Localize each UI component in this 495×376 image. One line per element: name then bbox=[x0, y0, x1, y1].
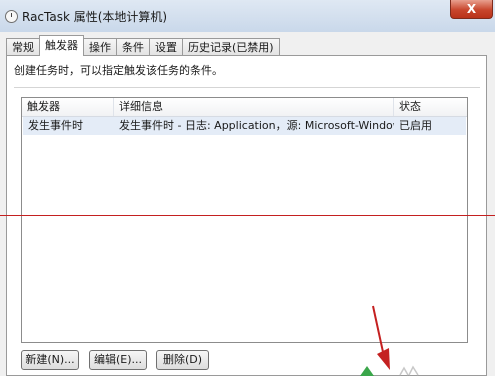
triggers-list[interactable]: 触发器 详细信息 状态 发生事件时 发生事件时 - 日志: Applicatio… bbox=[21, 97, 468, 343]
column-header-trigger[interactable]: 触发器 bbox=[22, 98, 114, 116]
clock-icon bbox=[5, 10, 18, 23]
window-title: RacTask 属性(本地计算机) bbox=[22, 10, 168, 24]
edit-button[interactable]: 编辑(E)... bbox=[89, 350, 147, 370]
description-divider bbox=[14, 87, 480, 88]
new-button[interactable]: 新建(N)... bbox=[21, 350, 79, 370]
green-marker-icon bbox=[360, 366, 374, 376]
delete-button[interactable]: 删除(D) bbox=[156, 350, 209, 370]
tab-settings[interactable]: 设置 bbox=[149, 38, 183, 56]
tab-general[interactable]: 常规 bbox=[6, 38, 40, 56]
row-trigger-cell: 发生事件时 bbox=[28, 119, 83, 132]
row-details-cell: 发生事件时 - 日志: Application，源: Microsoft-Win… bbox=[119, 119, 394, 132]
close-button[interactable]: X bbox=[450, 0, 493, 19]
tab-history[interactable]: 历史记录(已禁用) bbox=[182, 38, 280, 56]
title-bar: RacTask 属性(本地计算机) X bbox=[0, 0, 495, 33]
row-status-cell: 已启用 bbox=[399, 119, 432, 132]
red-annotation-line bbox=[0, 215, 495, 216]
column-header-status[interactable]: 状态 bbox=[394, 98, 467, 116]
list-header: 触发器 详细信息 状态 bbox=[22, 98, 467, 117]
triggers-description: 创建任务时，可以指定触发该任务的条件。 bbox=[14, 64, 223, 77]
watermark-icon bbox=[399, 365, 419, 376]
column-header-details[interactable]: 详细信息 bbox=[114, 98, 394, 116]
tab-actions[interactable]: 操作 bbox=[83, 38, 117, 56]
table-row[interactable]: 发生事件时 发生事件时 - 日志: Application，源: Microso… bbox=[23, 117, 466, 135]
tab-triggers[interactable]: 触发器 bbox=[39, 35, 84, 56]
tab-strip: 常规 触发器 操作 条件 设置 历史记录(已禁用) bbox=[6, 35, 280, 56]
tab-conditions[interactable]: 条件 bbox=[116, 38, 150, 56]
